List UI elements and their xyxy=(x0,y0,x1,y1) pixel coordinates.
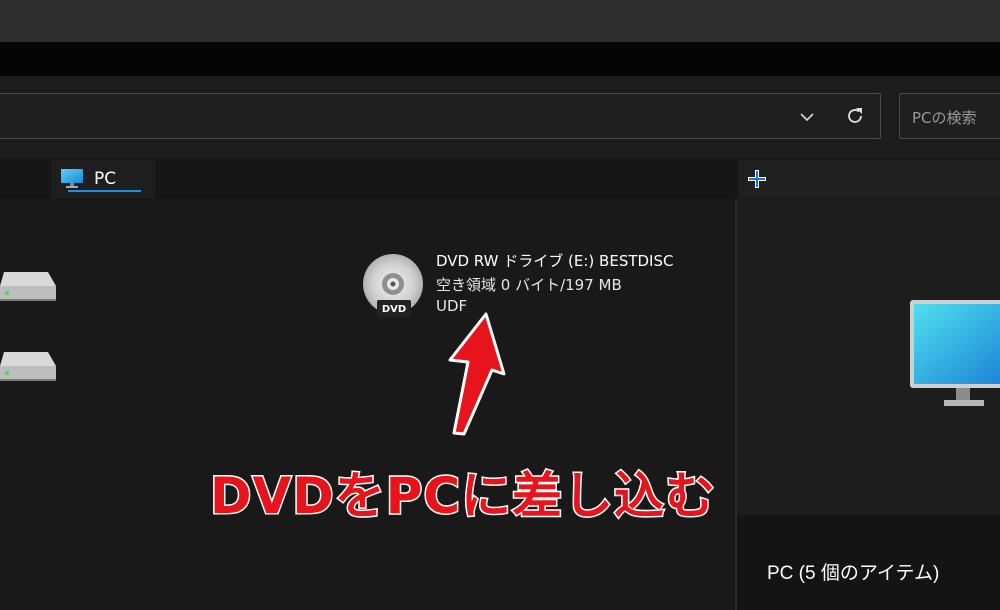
hard-drive-icon[interactable] xyxy=(0,266,58,306)
tab-strip-empty xyxy=(738,160,1000,198)
menu-strip xyxy=(0,42,1000,76)
dvd-drive-item[interactable]: DVD DVD RW ドライブ (E:) BESTDISC 空き領域 0 バイト… xyxy=(358,244,678,324)
annotation-arrow xyxy=(448,312,506,436)
search-placeholder: PCの検索 xyxy=(912,109,977,127)
details-title: PC (5 個のアイテム) xyxy=(767,563,940,584)
tab-label: PC xyxy=(94,169,117,189)
tab-pc[interactable]: PC xyxy=(51,160,155,198)
drive-free-space: 空き領域 0 バイト/197 MB xyxy=(436,276,622,294)
dvd-badge: DVD xyxy=(382,304,406,315)
title-bar xyxy=(0,0,1000,42)
annotation-caption: DVDをPCに差し込む xyxy=(208,466,717,527)
monitor-icon xyxy=(910,300,1000,406)
drive-name: DVD RW ドライブ (E:) BESTDISC xyxy=(436,252,674,270)
hard-drive-icon[interactable] xyxy=(0,346,58,386)
plus-icon[interactable] xyxy=(746,168,768,190)
refresh-icon[interactable] xyxy=(843,104,867,128)
address-bar[interactable] xyxy=(0,93,881,139)
monitor-icon xyxy=(61,169,83,188)
tab-active-indicator xyxy=(68,190,141,192)
search-input[interactable]: PCの検索 xyxy=(899,93,1000,139)
chevron-down-icon[interactable] xyxy=(797,107,817,127)
dvd-disc-icon: DVD xyxy=(363,254,423,317)
